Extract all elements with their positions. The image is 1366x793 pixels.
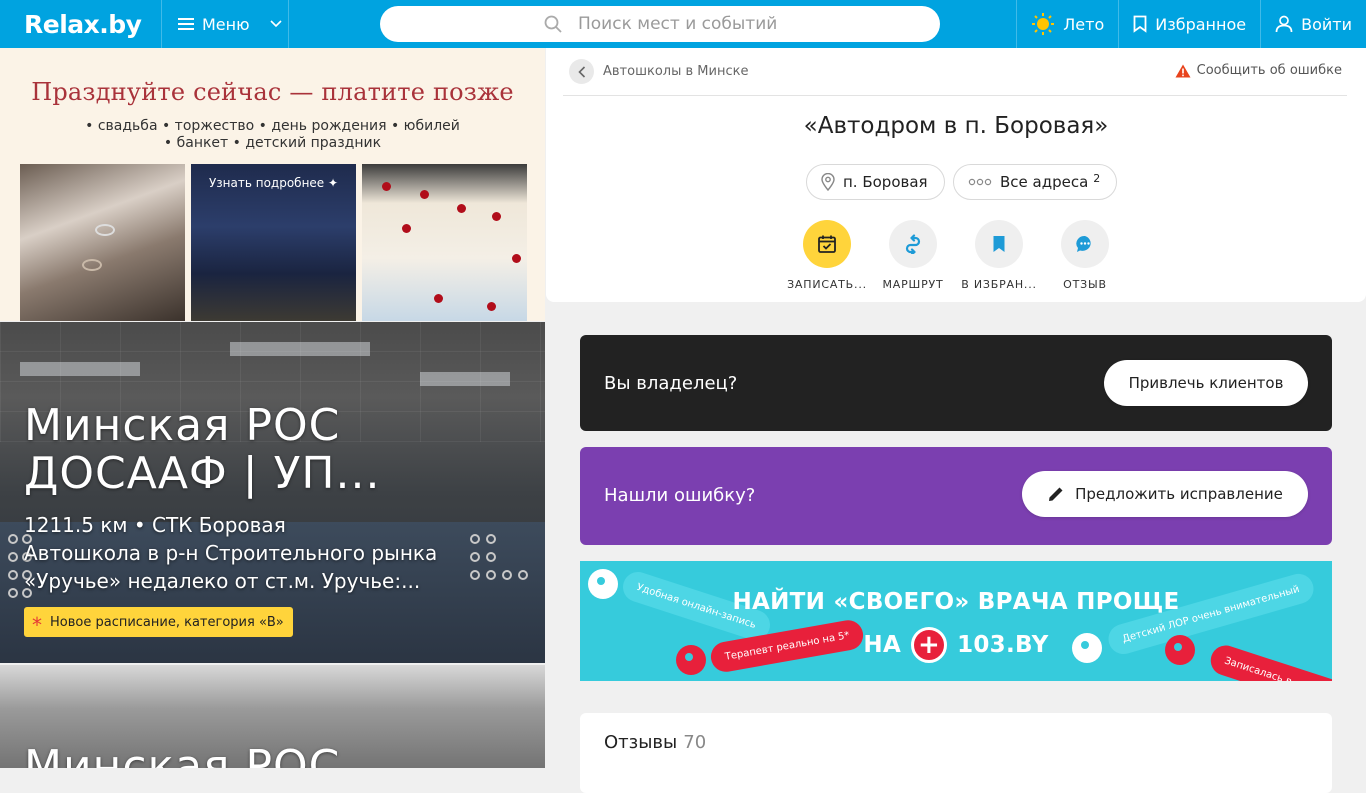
report-label: Сообщить об ошибке [1196,63,1342,78]
all-addresses-chip[interactable]: Все адреса 2 [953,164,1118,200]
place-card-distance: 1211.5 км • СТК Боровая [24,513,286,537]
breadcrumb-link[interactable]: Автошколы в Минске [603,64,748,79]
review-action[interactable]: ОТЗЫВ [1037,220,1133,291]
ad-line-1: • свадьба • торжество • день рождения • … [85,118,460,134]
owner-text: Вы владелец? [604,373,738,394]
chevron-down-icon [270,20,282,28]
medical-cross-icon: + [911,627,948,663]
place-details: Автошколы в Минске Сообщить об ошибке «А… [546,48,1366,793]
suggest-fix-block: Нашли ошибку? Предложить исправление [580,447,1332,545]
place-card-description: Автошкола в р-н Строительного рынка «Уру… [24,541,438,593]
search-input[interactable] [578,14,938,34]
suggest-fix-button[interactable]: Предложить исправление [1022,471,1308,517]
ad-banner[interactable]: Празднуйте сейчас — платите позже • свад… [0,48,545,321]
sun-icon [1032,13,1055,35]
suggest-fix-label: Предложить исправление [1075,485,1283,503]
place-card-badge: * Новое расписание, категория «В» [24,607,293,637]
dots-icon [968,178,992,186]
season-label: Лето [1063,14,1105,34]
favorites-button[interactable]: Избранное [1118,0,1260,48]
promo-banner-103by[interactable]: Удобная онлайн-запись Терапевт реально н… [580,561,1332,681]
site-logo[interactable]: Relax.by [0,0,162,48]
banner-subtitle: НА + 103.BY [580,627,1332,663]
page-title: «Автодром в п. Боровая» [803,113,1109,139]
book-action[interactable]: ЗАПИСАТЬ... [779,220,875,291]
ad-title: Празднуйте сейчас — платите позже [31,78,514,106]
pencil-icon [1049,487,1063,501]
top-header: Relax.by Меню Лето Избранное Войти [0,0,1366,48]
calendar-check-icon [803,220,851,268]
book-action-label: ЗАПИСАТЬ... [787,278,867,291]
left-feed: Празднуйте сейчас — платите позже • свад… [0,48,545,768]
ad-line-2: • банкет • детский праздник [163,135,382,151]
attract-clients-label: Привлечь клиентов [1128,374,1284,392]
map-pin-icon [821,173,835,191]
hamburger-icon [178,18,194,30]
divider [563,95,1347,96]
asterisk-icon: * [32,613,42,637]
breadcrumb: Автошколы в Минске [569,59,748,84]
chat-icon [1061,220,1109,268]
header-right-nav: Лето Избранное Войти [1016,0,1366,48]
review-action-label: ОТЗЫВ [1063,278,1107,291]
ad-image-cake [362,164,527,321]
bookmark-icon [1133,15,1147,33]
place-card-title: Минская РОС ДОСААФ | УП... [24,400,381,499]
route-action[interactable]: МАРШРУТ [865,220,961,291]
chevron-left-icon [577,65,585,78]
route-action-label: МАРШРУТ [882,278,944,291]
place-header-panel: Автошколы в Минске Сообщить об ошибке «А… [546,48,1366,302]
ad-image-rings [20,164,185,321]
location-chip[interactable]: п. Боровая [806,164,945,200]
addresses-count: 2 [1093,171,1101,185]
bookmark-filled-icon [975,220,1023,268]
report-error-link[interactable]: Сообщить об ошибке [1175,63,1342,78]
login-button[interactable]: Войти [1260,0,1366,48]
attract-clients-button[interactable]: Привлечь клиентов [1104,360,1308,406]
search-bar[interactable] [380,6,940,42]
warning-icon [1175,64,1191,77]
favorite-action[interactable]: В ИЗБРАН... [951,220,1047,291]
reviews-section: Отзывы 70 [580,713,1332,793]
ad-more-button[interactable]: Узнать подробнее ✦ [200,170,347,196]
favorite-action-label: В ИЗБРАН... [961,278,1037,291]
login-label: Войти [1301,14,1352,34]
place-card[interactable]: Минская РОС ДОСААФ | УП... 1211.5 км • С… [0,322,545,663]
banner-sub-prefix: НА [863,632,902,658]
favorites-label: Избранное [1155,14,1247,34]
all-addresses-label: Все адреса [1000,173,1089,191]
banner-brand: 103.BY [957,632,1049,658]
owner-block: Вы владелец? Привлечь клиентов [580,335,1332,431]
search-icon [544,15,562,33]
reviews-heading: Отзывы 70 [604,732,706,753]
place-card-2-title: Минская РОС [24,741,341,769]
reviews-title: Отзывы [604,732,678,753]
menu-button[interactable]: Меню [162,0,289,48]
location-label: п. Боровая [843,173,928,191]
route-icon [889,220,937,268]
reviews-count: 70 [683,732,707,753]
season-button[interactable]: Лето [1016,0,1118,48]
badge-label: Новое расписание, категория «В» [50,614,284,630]
menu-label: Меню [202,14,250,34]
back-button[interactable] [569,59,594,84]
place-card-2[interactable]: Минская РОС [0,665,545,768]
fix-text: Нашли ошибку? [604,485,756,506]
user-icon [1275,15,1293,33]
banner-title: НАЙТИ «СВОЕГО» ВРАЧА ПРОЩЕ [732,589,1180,615]
